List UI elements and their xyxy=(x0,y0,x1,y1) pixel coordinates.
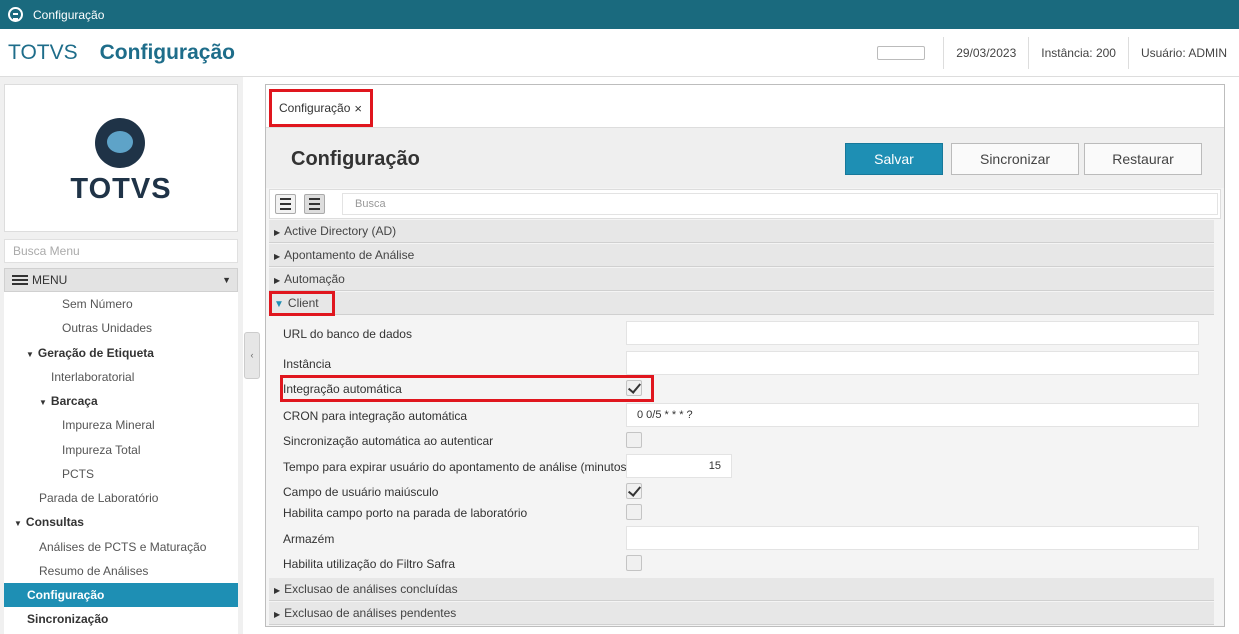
instancia-label: Instância xyxy=(283,357,332,371)
progress-indicator xyxy=(877,45,926,60)
menu-item-sem-numero[interactable]: Sem Número xyxy=(4,292,238,316)
menu-item-impureza-mineral[interactable]: Impureza Mineral xyxy=(4,413,238,437)
tempo-label: Tempo para expirar usuário do apontament… xyxy=(283,460,631,474)
window-title: Configuração xyxy=(33,7,105,22)
sidebar-collapse-button[interactable]: ‹ xyxy=(244,332,260,379)
tempo-field[interactable]: 15 xyxy=(626,454,732,478)
section-automacao[interactable]: ▶ Automação xyxy=(269,268,1214,291)
menu-item-parada-laboratorio[interactable]: Parada de Laboratório xyxy=(4,486,238,510)
sidebar: TOTVS Busca Menu MENU ▼ Sem Número Outra… xyxy=(0,77,243,634)
menu-item-interlaboratorial[interactable]: Interlaboratorial xyxy=(4,365,238,389)
tab-label: Configuração xyxy=(279,101,351,115)
porto-checkbox[interactable] xyxy=(626,504,642,520)
app-logo-icon xyxy=(8,7,23,22)
row-cron: CRON para integração automática 0 0/5 * … xyxy=(269,403,1214,429)
triangle-right-icon: ▶ xyxy=(274,610,281,619)
section-exclusao-concluidas[interactable]: ▶ Exclusao de análises concluídas xyxy=(269,578,1214,601)
armazem-label: Armazém xyxy=(283,532,335,546)
window-titlebar: Configuração xyxy=(0,0,1239,29)
page-title: Configuração xyxy=(291,148,420,170)
hamburger-icon xyxy=(12,275,28,285)
menu-group-consultas[interactable]: ▼ Consultas xyxy=(4,510,238,534)
integracao-checkbox[interactable] xyxy=(626,380,642,396)
row-url-banco: URL do banco de dados xyxy=(269,321,1214,347)
row-armazem: Armazém xyxy=(269,526,1214,552)
triangle-down-icon: ▼ xyxy=(26,350,34,359)
section-exclusao-pendentes[interactable]: ▶ Exclusao de análises pendentes xyxy=(269,602,1214,625)
sync-label: Sincronização automática ao autenticar xyxy=(283,434,494,448)
sync-checkbox[interactable] xyxy=(626,432,642,448)
menu-group-barcaca[interactable]: ▼ Barcaça xyxy=(4,389,238,413)
menu-item-resumo-analises[interactable]: Resumo de Análises xyxy=(4,559,238,583)
page-bar: Configuração Salvar Sincronizar Restaura… xyxy=(266,128,1224,188)
header-user[interactable]: Usuário: ADMIN xyxy=(1127,36,1239,69)
totvs-logo-icon xyxy=(95,118,145,168)
row-sync-autenticar: Sincronização automática ao autenticar xyxy=(269,432,1214,453)
detail-list-icon xyxy=(309,198,320,210)
row-instancia: Instância xyxy=(269,351,1214,377)
close-icon[interactable]: × xyxy=(354,101,362,116)
brand-name: TOTVS xyxy=(8,40,78,64)
triangle-right-icon: ▶ xyxy=(274,276,281,285)
logo-text: TOTVS xyxy=(70,173,172,205)
filtro-safra-label: Habilita utilização do Filtro Safra xyxy=(283,557,456,571)
list-icon xyxy=(280,198,291,210)
chevron-left-icon: ‹ xyxy=(250,350,254,360)
porto-label: Habilita campo porto na parada de labora… xyxy=(283,506,528,520)
armazem-field[interactable] xyxy=(626,526,1199,550)
cron-field[interactable]: 0 0/5 * * * ? xyxy=(626,403,1199,427)
cron-label: CRON para integração automática xyxy=(283,409,468,423)
caret-down-icon: ▼ xyxy=(222,275,231,285)
tab-configuracao[interactable]: Configuração × xyxy=(269,89,373,127)
detail-view-button[interactable] xyxy=(304,194,325,214)
row-tempo-expirar: Tempo para expirar usuário do apontament… xyxy=(269,454,1214,480)
section-active-directory[interactable]: ▶ Active Directory (AD) xyxy=(269,220,1214,243)
menu-item-analises-pcts[interactable]: Análises de PCTS e Maturação xyxy=(4,535,238,559)
menu-list: Sem Número Outras Unidades ▼ Geração de E… xyxy=(4,292,238,634)
row-integracao-automatica: Integração automática xyxy=(269,375,1214,402)
integracao-label: Integração automática xyxy=(283,382,402,396)
tab-strip: Configuração × xyxy=(266,85,1224,128)
menu-search-input[interactable]: Busca Menu xyxy=(4,239,238,263)
menu-group-geracao-etiqueta[interactable]: ▼ Geração de Etiqueta xyxy=(4,341,238,365)
section-client[interactable]: ▼ Client xyxy=(269,291,1214,316)
menu-title: MENU xyxy=(32,273,68,287)
menu-item-pcts[interactable]: PCTS xyxy=(4,462,238,486)
triangle-right-icon: ▶ xyxy=(274,586,281,595)
header-page-title: Configuração xyxy=(99,40,235,64)
menu-item-configuracao[interactable]: Configuração xyxy=(4,583,238,607)
campo-maiusculo-label: Campo de usuário maiúsculo xyxy=(283,485,439,499)
triangle-right-icon: ▶ xyxy=(274,228,281,237)
url-field[interactable] xyxy=(626,321,1199,345)
header-info: 29/03/2023 Instância: 200 Usuário: ADMIN xyxy=(877,29,1239,76)
menu-header[interactable]: MENU ▼ xyxy=(4,268,238,292)
save-button[interactable]: Salvar xyxy=(845,143,943,175)
menu-item-impureza-total[interactable]: Impureza Total xyxy=(4,438,238,462)
row-porto: Habilita campo porto na parada de labora… xyxy=(269,504,1214,525)
search-input[interactable]: Busca xyxy=(342,193,1218,215)
list-view-button[interactable] xyxy=(275,194,296,214)
restore-button[interactable]: Restaurar xyxy=(1084,143,1202,175)
filtro-safra-checkbox[interactable] xyxy=(626,555,642,571)
highlight-box xyxy=(269,291,335,316)
instancia-field[interactable] xyxy=(626,351,1199,375)
triangle-down-icon: ▼ xyxy=(14,519,22,528)
sync-button[interactable]: Sincronizar xyxy=(951,143,1079,175)
main-content: Configuração × Configuração Salvar Sincr… xyxy=(265,84,1225,627)
logo-panel: TOTVS xyxy=(4,84,238,232)
menu-item-sincronizacao[interactable]: Sincronização xyxy=(4,607,238,631)
header-date: 29/03/2023 xyxy=(943,36,1028,69)
triangle-right-icon: ▶ xyxy=(274,252,281,261)
section-apontamento[interactable]: ▶ Apontamento de Análise xyxy=(269,244,1214,267)
row-filtro-safra: Habilita utilização do Filtro Safra xyxy=(269,555,1214,577)
triangle-down-icon: ▼ xyxy=(39,398,47,407)
menu-item-outras-unidades[interactable]: Outras Unidades xyxy=(4,316,238,340)
row-campo-maiusculo: Campo de usuário maiúsculo xyxy=(269,483,1214,504)
url-label: URL do banco de dados xyxy=(283,327,412,341)
header-instance: Instância: 200 xyxy=(1028,36,1128,69)
app-header: TOTVS Configuração 29/03/2023 Instância:… xyxy=(0,29,1239,77)
campo-maiusculo-checkbox[interactable] xyxy=(626,483,642,499)
view-toolbar: Busca xyxy=(269,189,1221,219)
